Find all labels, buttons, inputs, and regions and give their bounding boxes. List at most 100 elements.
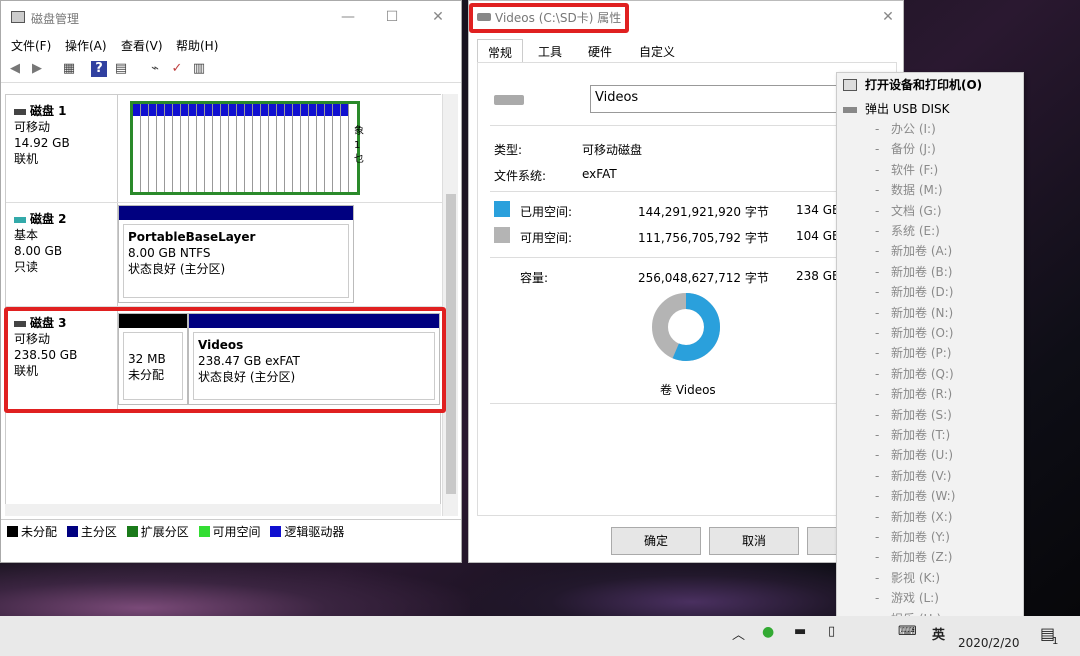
show-hidden-icons-chevron-icon[interactable]: ︿ bbox=[732, 624, 745, 643]
dash-marker: - bbox=[875, 346, 880, 361]
menu-help[interactable]: 帮助(H) bbox=[176, 37, 218, 54]
eject-volume-item[interactable]: - 新加卷 (P:) bbox=[837, 343, 1023, 363]
ime-indicator[interactable]: 英 bbox=[932, 624, 945, 643]
eject-volume-item[interactable]: - 游戏 (L:) bbox=[837, 588, 1023, 608]
logical-drive-segment[interactable] bbox=[293, 104, 301, 192]
logical-drive-segment[interactable] bbox=[229, 104, 237, 192]
disk-row-1[interactable]: 磁盘 1 可移动 14.92 GB 联机 象 1 乜 bbox=[6, 95, 442, 203]
disk-1-info[interactable]: 磁盘 1 可移动 14.92 GB 联机 bbox=[6, 95, 118, 202]
eject-volume-item[interactable]: - 新加卷 (Q:) bbox=[837, 364, 1023, 384]
close-icon[interactable]: ✕ bbox=[425, 7, 451, 27]
logical-drive-segment[interactable] bbox=[309, 104, 317, 192]
checklist-icon[interactable]: ✓ bbox=[169, 61, 185, 77]
logical-drive-segment[interactable] bbox=[269, 104, 277, 192]
eject-volume-item[interactable]: - 新加卷 (O:) bbox=[837, 323, 1023, 343]
logical-drive-segment[interactable] bbox=[133, 104, 141, 192]
logical-drive-segment[interactable] bbox=[181, 104, 189, 192]
logical-drive-segment[interactable] bbox=[237, 104, 245, 192]
eject-volume-item[interactable]: - 数据 (M:) bbox=[837, 180, 1023, 200]
logical-drive-segment[interactable] bbox=[221, 104, 229, 192]
logical-drive-segment[interactable] bbox=[197, 104, 205, 192]
eject-volume-item[interactable]: - 软件 (F:) bbox=[837, 160, 1023, 180]
menu-eject-usb-disk[interactable]: 弹出 USB DISK bbox=[837, 99, 1023, 119]
menu-file[interactable]: 文件(F) bbox=[11, 37, 51, 54]
maximize-icon[interactable]: ☐ bbox=[379, 7, 405, 27]
eject-volume-item[interactable]: - 影视 (K:) bbox=[837, 568, 1023, 588]
partition-portablebaselayer[interactable]: PortableBaseLayer 8.00 GB NTFS 状态良好 (主分区… bbox=[118, 205, 354, 303]
disk-type: 基本 bbox=[14, 228, 39, 242]
menu-view[interactable]: 查看(V) bbox=[121, 37, 163, 54]
clock-date[interactable]: 2020/2/20 bbox=[958, 636, 1020, 650]
logical-drive-segment[interactable] bbox=[173, 104, 181, 192]
free-space-label: 可用空间: bbox=[520, 231, 573, 245]
disk-2-info[interactable]: 磁盘 2 基本 8.00 GB 只读 bbox=[6, 203, 118, 306]
eject-volume-label: 新加卷 (P:) bbox=[891, 346, 952, 361]
wechat-icon[interactable]: ● bbox=[762, 624, 774, 640]
eject-volume-item[interactable]: - 系统 (E:) bbox=[837, 221, 1023, 241]
keyboard-icon[interactable]: ⌨ bbox=[898, 624, 917, 639]
horizontal-scrollbar[interactable] bbox=[5, 504, 441, 516]
logical-drive-segment[interactable] bbox=[245, 104, 253, 192]
back-arrow-icon[interactable]: ◀ bbox=[7, 61, 23, 77]
highlight-disk-3 bbox=[4, 307, 446, 413]
logical-drive-segment[interactable] bbox=[301, 104, 309, 192]
eject-volume-item[interactable]: - 新加卷 (Z:) bbox=[837, 547, 1023, 567]
help-icon[interactable]: ? bbox=[91, 61, 107, 77]
eject-volume-item[interactable]: - 文档 (G:) bbox=[837, 201, 1023, 221]
logical-drive-segment[interactable] bbox=[261, 104, 269, 192]
eject-volume-item[interactable]: - 新加卷 (T:) bbox=[837, 425, 1023, 445]
disk-row-2[interactable]: 磁盘 2 基本 8.00 GB 只读 PortableBaseLayer 8.0… bbox=[6, 203, 442, 307]
minimize-icon[interactable]: — bbox=[335, 7, 361, 27]
dash-marker: - bbox=[875, 570, 880, 585]
tab-tools[interactable]: 工具 bbox=[527, 39, 573, 63]
ok-button[interactable]: 确定 bbox=[611, 527, 701, 555]
eject-volume-item[interactable]: - 新加卷 (W:) bbox=[837, 486, 1023, 506]
battery-icon[interactable]: ▯ bbox=[828, 624, 835, 639]
logical-drive-segment[interactable] bbox=[317, 104, 325, 192]
logical-drive-segment[interactable] bbox=[205, 104, 213, 192]
menu-action[interactable]: 操作(A) bbox=[65, 37, 107, 54]
eject-volume-item[interactable]: - 新加卷 (B:) bbox=[837, 262, 1023, 282]
eject-volume-item[interactable]: - 新加卷 (D:) bbox=[837, 282, 1023, 302]
eject-volume-item[interactable]: - 新加卷 (X:) bbox=[837, 507, 1023, 527]
close-icon[interactable]: ✕ bbox=[875, 7, 901, 27]
vertical-scrollbar[interactable] bbox=[442, 94, 458, 516]
usb-safely-remove-icon[interactable]: ▬ bbox=[794, 624, 806, 639]
logical-drive-segment[interactable] bbox=[157, 104, 165, 192]
logical-drive-segment[interactable] bbox=[189, 104, 197, 192]
logical-drive-segment[interactable] bbox=[325, 104, 333, 192]
eject-volume-item[interactable]: - 新加卷 (R:) bbox=[837, 384, 1023, 404]
eject-volume-item[interactable]: - 新加卷 (Y:) bbox=[837, 527, 1023, 547]
eject-volume-item[interactable]: - 备份 (J:) bbox=[837, 139, 1023, 159]
legend-label: 主分区 bbox=[80, 525, 117, 539]
extended-partition-stripes[interactable] bbox=[130, 101, 360, 195]
scrollbar-thumb[interactable] bbox=[446, 194, 456, 494]
connect-icon[interactable]: ⌁ bbox=[147, 61, 163, 77]
properties-pane-icon[interactable]: ▦ bbox=[61, 61, 77, 77]
menu-open-devices-printers[interactable]: 打开设备和打印机(O) bbox=[837, 75, 1023, 95]
eject-volume-item[interactable]: - 新加卷 (V:) bbox=[837, 466, 1023, 486]
logical-drive-segment[interactable] bbox=[277, 104, 285, 192]
logical-drive-segment[interactable] bbox=[285, 104, 293, 192]
logical-drive-segment[interactable] bbox=[141, 104, 149, 192]
disk-management-titlebar[interactable]: 磁盘管理 — ☐ ✕ bbox=[1, 1, 461, 34]
logical-drive-segment[interactable] bbox=[213, 104, 221, 192]
eject-volume-item[interactable]: - 新加卷 (U:) bbox=[837, 445, 1023, 465]
eject-volume-item[interactable]: - 办公 (I:) bbox=[837, 119, 1023, 139]
cancel-button[interactable]: 取消 bbox=[709, 527, 799, 555]
logical-drive-segment[interactable] bbox=[333, 104, 341, 192]
logical-drive-segment[interactable] bbox=[341, 104, 349, 192]
capacity-gb: 238 GB bbox=[796, 269, 841, 283]
tab-customize[interactable]: 自定义 bbox=[629, 39, 685, 63]
logical-drive-segment[interactable] bbox=[165, 104, 173, 192]
tab-hardware[interactable]: 硬件 bbox=[577, 39, 623, 63]
logical-drive-segment[interactable] bbox=[149, 104, 157, 192]
logical-drive-segment[interactable] bbox=[253, 104, 261, 192]
eject-volume-item[interactable]: - 新加卷 (N:) bbox=[837, 303, 1023, 323]
forward-arrow-icon[interactable]: ▶ bbox=[29, 61, 45, 77]
view-pane-icon[interactable]: ▤ bbox=[113, 61, 129, 77]
eject-volume-item[interactable]: - 新加卷 (A:) bbox=[837, 241, 1023, 261]
eject-volume-item[interactable]: - 新加卷 (S:) bbox=[837, 405, 1023, 425]
settings-list-icon[interactable]: ▥ bbox=[191, 61, 207, 77]
tab-general[interactable]: 常规 bbox=[477, 39, 523, 63]
